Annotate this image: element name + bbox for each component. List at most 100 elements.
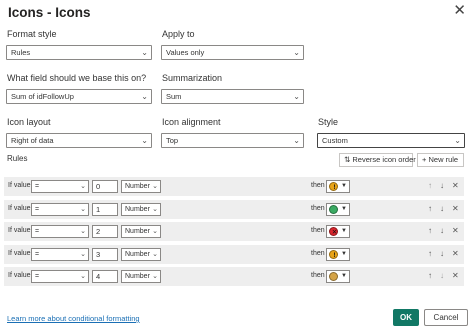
base-field-label: What field should we base this on? [7, 73, 147, 83]
rule-value-input[interactable]: 4 [92, 270, 118, 283]
chevron-down-icon: ⌄ [80, 206, 86, 213]
then-label: then [311, 227, 325, 234]
status-icon [329, 205, 338, 214]
apply-to-label: Apply to [162, 29, 195, 39]
status-icon [329, 272, 338, 281]
value-type-select[interactable]: Number ⌄ [121, 203, 161, 216]
then-label: then [311, 272, 325, 279]
move-down-icon[interactable]: ↓ [440, 271, 444, 280]
move-up-icon[interactable]: ↑ [428, 181, 432, 190]
value-type-select[interactable]: Number ⌄ [121, 225, 161, 238]
value-type-value: Number [125, 251, 150, 258]
icon-alignment-label: Icon alignment [162, 117, 221, 127]
move-up-icon[interactable]: ↑ [428, 226, 432, 235]
rule-value-input[interactable]: 1 [92, 203, 118, 216]
status-icon: ! [329, 250, 338, 259]
summarization-label: Summarization [162, 73, 223, 83]
icon-alignment-select[interactable]: Top ⌄ [161, 133, 304, 148]
move-up-icon[interactable]: ↑ [428, 271, 432, 280]
move-up-icon[interactable]: ↑ [428, 249, 432, 258]
status-icon-mark: ! [333, 184, 336, 191]
move-down-icon[interactable]: ↓ [440, 181, 444, 190]
move-down-icon[interactable]: ↓ [440, 249, 444, 258]
reverse-icon-order-label: Reverse icon order [352, 155, 416, 164]
style-value: Custom [322, 136, 348, 145]
value-type-value: Number [125, 228, 150, 235]
chevron-down-icon: ⌄ [80, 273, 86, 280]
operator-select[interactable]: = ⌄ [31, 180, 89, 193]
rule-value-input[interactable]: 2 [92, 225, 118, 238]
move-up-icon[interactable]: ↑ [428, 204, 432, 213]
status-icon-mark [330, 273, 339, 282]
then-label: then [311, 250, 325, 257]
sort-icon: ⇅ [344, 155, 351, 164]
format-style-value: Rules [11, 48, 31, 57]
caret-down-icon: ▼ [341, 228, 347, 234]
rule-value-input[interactable]: 3 [92, 248, 118, 261]
operator-select[interactable]: = ⌄ [31, 248, 89, 261]
base-field-select[interactable]: Sum of idFollowUp ⌄ [6, 89, 152, 104]
if-value-label: If value [8, 227, 31, 234]
apply-to-select[interactable]: Values only ⌄ [161, 45, 304, 60]
if-value-label: If value [8, 250, 31, 257]
delete-rule-icon[interactable]: ✕ [452, 204, 459, 213]
dialog-title: Icons - Icons [8, 5, 91, 20]
icon-layout-select[interactable]: Right of data ⌄ [6, 133, 152, 148]
move-down-icon[interactable]: ↓ [440, 226, 444, 235]
operator-select[interactable]: = ⌄ [31, 225, 89, 238]
format-style-select[interactable]: Rules ⌄ [6, 45, 152, 60]
ok-button[interactable]: OK [393, 309, 419, 326]
value-type-value: Number [125, 273, 150, 280]
plus-icon: + [422, 155, 427, 164]
summarization-value: Sum [166, 92, 182, 101]
icon-picker[interactable]: ✕ ▼ [326, 225, 350, 238]
value-type-select[interactable]: Number ⌄ [121, 180, 161, 193]
close-icon[interactable]: ✕ [453, 3, 466, 19]
new-rule-label: New rule [428, 155, 459, 164]
chevron-down-icon: ⌄ [152, 273, 158, 280]
then-label: then [311, 182, 325, 189]
move-down-icon[interactable]: ↓ [440, 204, 444, 213]
chevron-down-icon: ⌄ [80, 228, 86, 235]
learn-more-link[interactable]: Learn more about conditional formatting [7, 314, 140, 323]
if-value-label: If value [8, 182, 31, 189]
delete-rule-icon[interactable]: ✕ [452, 271, 459, 280]
icon-picker[interactable]: ▼ [326, 270, 350, 283]
chevron-down-icon: ⌄ [152, 228, 158, 235]
icon-picker[interactable]: ! ▼ [326, 180, 350, 193]
value-type-select[interactable]: Number ⌄ [121, 248, 161, 261]
format-style-label: Format style [7, 29, 57, 39]
operator-select[interactable]: = ⌄ [31, 270, 89, 283]
rule-value-input[interactable]: 0 [92, 180, 118, 193]
reverse-icon-order-button[interactable]: ⇅ Reverse icon order [339, 153, 416, 167]
operator-value: = [35, 273, 40, 280]
operator-value: = [35, 251, 40, 258]
rules-label: Rules [7, 154, 28, 163]
operator-value: = [35, 183, 40, 190]
style-select[interactable]: Custom ⌄ [317, 133, 465, 148]
caret-down-icon: ▼ [341, 183, 347, 189]
icon-layout-label: Icon layout [7, 117, 51, 127]
delete-rule-icon[interactable]: ✕ [452, 181, 459, 190]
operator-value: = [35, 206, 40, 213]
chevron-down-icon: ⌄ [141, 136, 148, 145]
base-field-value: Sum of idFollowUp [11, 92, 74, 101]
value-type-value: Number [125, 183, 150, 190]
summarization-select[interactable]: Sum ⌄ [161, 89, 304, 104]
caret-down-icon: ▼ [341, 251, 347, 257]
style-label: Style [318, 117, 339, 127]
status-icon-mark: ! [333, 252, 336, 259]
delete-rule-icon[interactable]: ✕ [452, 249, 459, 258]
chevron-down-icon: ⌄ [152, 251, 158, 258]
value-type-value: Number [125, 206, 150, 213]
icon-picker[interactable]: ▼ [326, 203, 350, 216]
operator-select[interactable]: = ⌄ [31, 203, 89, 216]
cancel-button[interactable]: Cancel [424, 309, 468, 326]
new-rule-button[interactable]: + New rule [417, 153, 464, 167]
if-value-label: If value [8, 205, 31, 212]
delete-rule-icon[interactable]: ✕ [452, 226, 459, 235]
icon-picker[interactable]: ! ▼ [326, 248, 350, 261]
value-type-select[interactable]: Number ⌄ [121, 270, 161, 283]
status-icon-mark [330, 206, 339, 215]
chevron-down-icon: ⌄ [141, 92, 148, 101]
